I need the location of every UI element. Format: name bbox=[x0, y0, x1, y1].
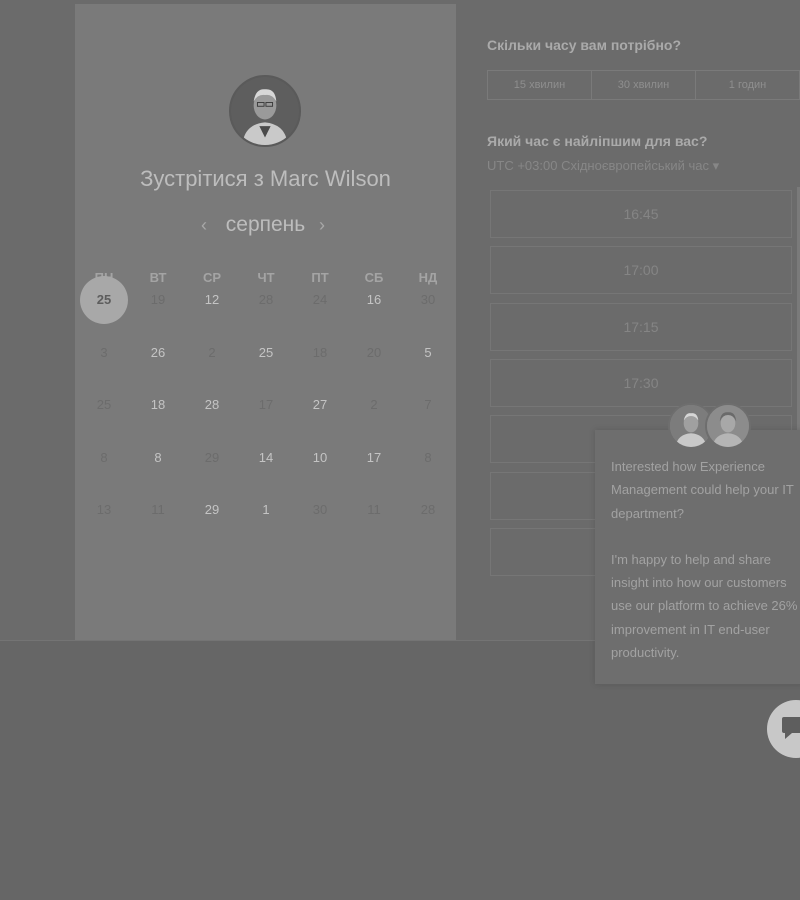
calendar-day: 30 bbox=[312, 502, 328, 517]
duration-option-15[interactable]: 15 хвилин bbox=[488, 71, 592, 99]
weekday-label: НД bbox=[418, 270, 438, 285]
calendar-day: 20 bbox=[366, 345, 382, 360]
calendar-day: 19 bbox=[150, 292, 166, 307]
weekday-label: СР bbox=[202, 270, 222, 285]
calendar-day[interactable]: 1 bbox=[239, 502, 293, 518]
month-label: серпень bbox=[225, 213, 306, 236]
calendar-day[interactable]: 18 bbox=[131, 397, 185, 413]
chat-message-body: I'm happy to help and share insight into… bbox=[611, 551, 798, 661]
calendar-day: 2 bbox=[208, 345, 216, 360]
chat-launcher-button[interactable] bbox=[767, 700, 800, 758]
duration-option-30[interactable]: 30 хвилин bbox=[592, 71, 696, 99]
person-icon bbox=[231, 77, 299, 145]
time-slot[interactable]: 16:45 bbox=[490, 190, 792, 238]
calendar-day[interactable]: 28 bbox=[185, 397, 239, 413]
weekday-label: ВТ bbox=[149, 270, 167, 285]
calendar-day: 8 bbox=[100, 450, 108, 465]
calendar-day[interactable]: 25 bbox=[239, 345, 293, 361]
calendar-day[interactable]: 10 bbox=[293, 450, 347, 466]
calendar-day: 18 bbox=[312, 345, 328, 360]
calendar-day: 7 bbox=[424, 397, 432, 412]
calendar-day: 8 bbox=[424, 450, 432, 465]
calendar-day: 11 bbox=[367, 502, 381, 517]
calendar-day: 17 bbox=[258, 397, 274, 412]
calendar-day: 30 bbox=[420, 292, 436, 307]
calendar-day: 24 bbox=[312, 292, 328, 307]
calendar-day: 28 bbox=[420, 502, 436, 517]
weekday-label: ЧТ bbox=[257, 270, 275, 285]
chat-message: Interested how Experience Management cou… bbox=[611, 455, 800, 664]
calendar-day[interactable]: 17 bbox=[347, 450, 401, 466]
calendar-day: 3 bbox=[100, 345, 108, 360]
timezone-dropdown[interactable]: UTC +03:00 Східноєвропейський час ▾ bbox=[487, 158, 719, 174]
calendar-day[interactable]: 29 bbox=[185, 502, 239, 518]
person-icon bbox=[707, 405, 749, 447]
weekday-label: ПТ bbox=[311, 270, 329, 285]
weekday-header: ПН ВТ СР ЧТ ПТ СБ НД bbox=[77, 270, 455, 286]
calendar-day[interactable]: 14 bbox=[239, 450, 293, 466]
calendar-day: 2 bbox=[370, 397, 378, 412]
month-navigation: ‹ серпень › bbox=[75, 210, 456, 240]
duration-selector: 15 хвилин 30 хвилин 1 годин bbox=[487, 70, 800, 100]
calendar-day: 29 bbox=[204, 450, 220, 465]
chat-message-intro: Interested how Experience Management cou… bbox=[611, 459, 794, 521]
duration-question: Скільки часу вам потрібно? bbox=[487, 37, 682, 53]
calendar-day: 13 bbox=[96, 502, 112, 517]
time-slot[interactable]: 17:30 bbox=[490, 359, 792, 407]
calendar-day: 28 bbox=[258, 292, 274, 307]
calendar-day-selected[interactable]: 25 bbox=[77, 292, 131, 308]
time-slot[interactable]: 17:00 bbox=[490, 246, 792, 294]
weekday-label: СБ bbox=[364, 270, 384, 285]
host-avatar bbox=[229, 75, 301, 147]
chat-bubble-icon bbox=[782, 717, 800, 739]
time-slot[interactable]: 17:15 bbox=[490, 303, 792, 351]
meeting-title: Зустрітися з Marc Wilson bbox=[140, 166, 391, 191]
time-question: Який час є найліпшим для вас? bbox=[487, 133, 708, 149]
chevron-left-icon[interactable]: ‹ bbox=[201, 210, 207, 240]
calendar-day[interactable]: 8 bbox=[131, 450, 185, 466]
calendar-day: 11 bbox=[151, 502, 165, 517]
chevron-right-icon[interactable]: › bbox=[319, 210, 325, 240]
calendar-day[interactable]: 16 bbox=[347, 292, 401, 308]
agent-avatar bbox=[705, 403, 751, 449]
duration-option-60[interactable]: 1 годин bbox=[696, 71, 800, 99]
calendar-day: 25 bbox=[96, 397, 112, 412]
calendar-day[interactable]: 27 bbox=[293, 397, 347, 413]
calendar-day[interactable]: 12 bbox=[185, 292, 239, 308]
calendar-day[interactable]: 5 bbox=[401, 345, 455, 361]
calendar-day[interactable]: 26 bbox=[131, 345, 185, 361]
